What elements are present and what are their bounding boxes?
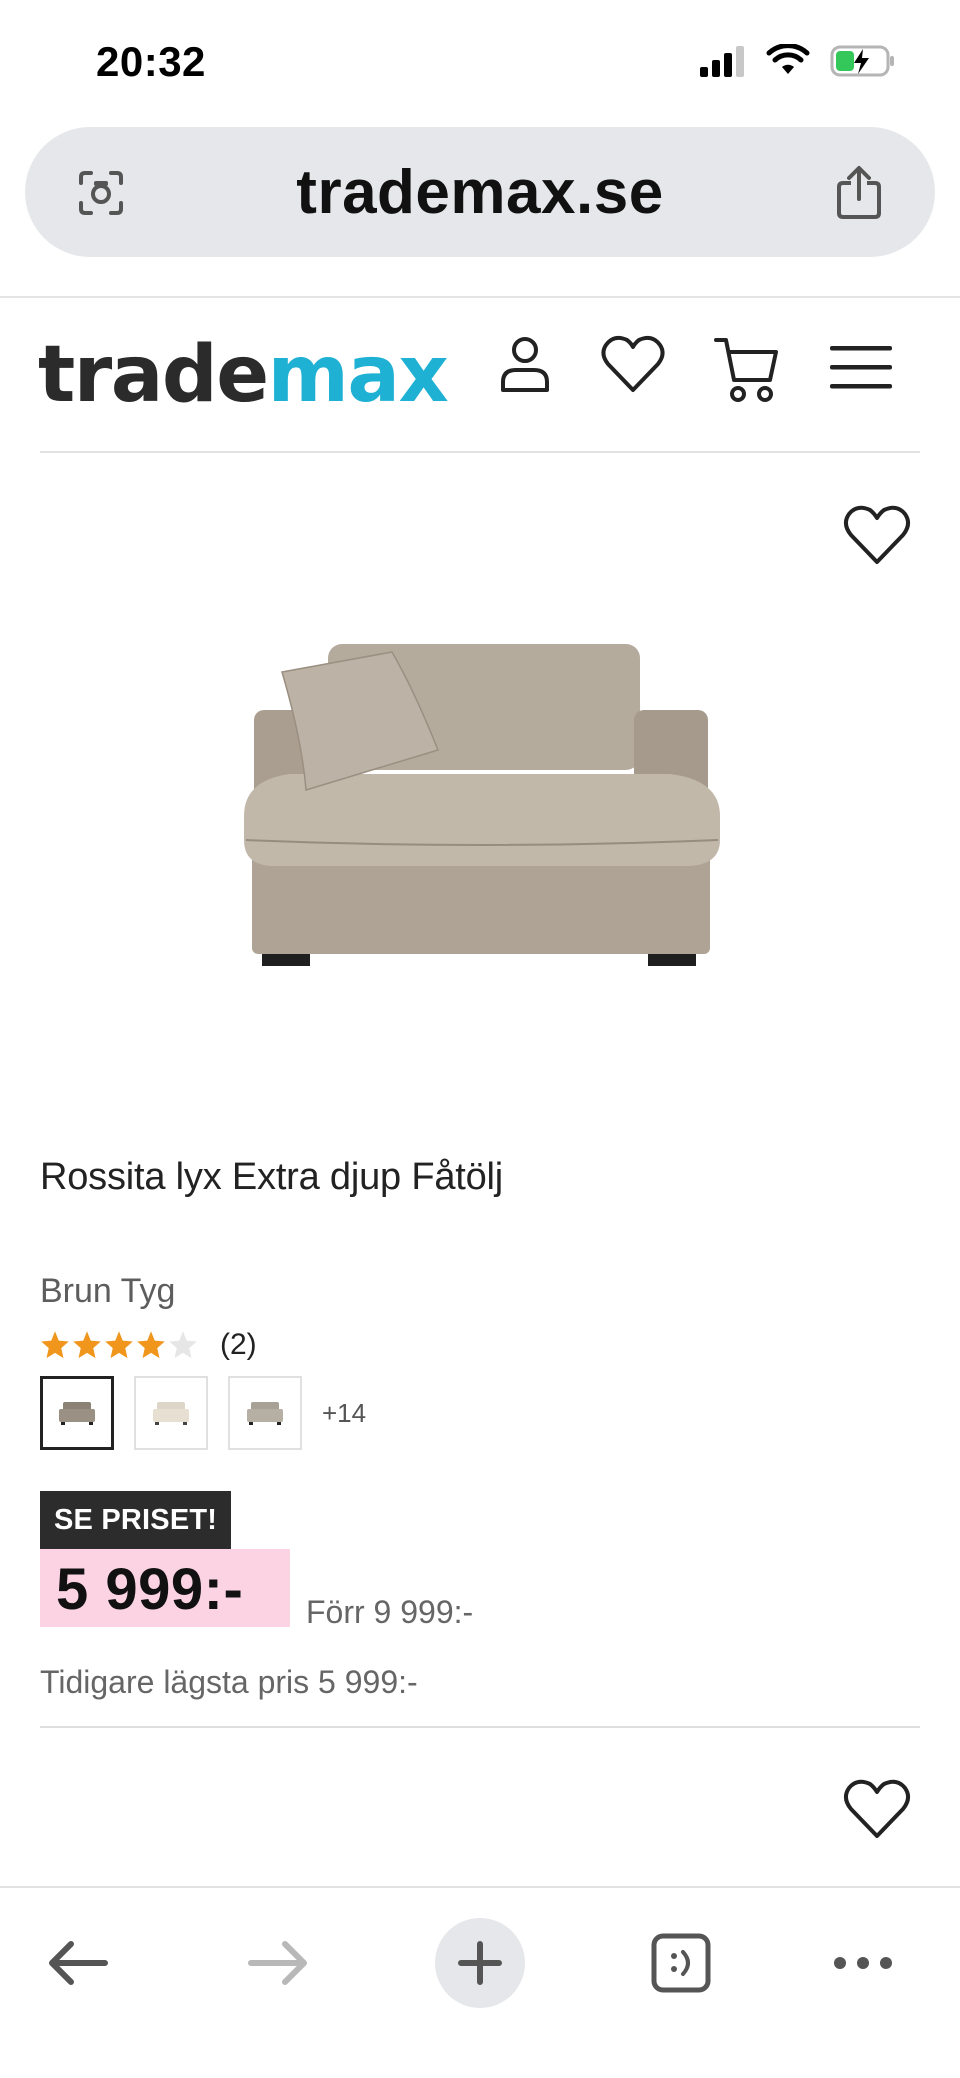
status-time: 20:32 [96,38,206,85]
logo-text-dark: trade [38,330,269,420]
status-bar: 20:32 [0,0,960,120]
favorite-heart-icon-next[interactable] [842,1778,912,1840]
tabs-icon [651,1933,711,1993]
more-button[interactable] [818,1918,908,2008]
price-badge: SE PRISET! [40,1491,232,1549]
swatches-more-count[interactable]: +14 [322,1398,366,1429]
swatch-grey[interactable] [228,1376,302,1450]
heart-icon[interactable] [600,334,666,394]
product-divider [40,1726,920,1728]
product-variant: Brun Tyg [40,1272,176,1310]
star-filled-icon [73,1331,101,1359]
new-tab-button[interactable] [435,1918,525,2008]
back-arrow-icon [49,1941,108,1985]
swatch-thumbnail-icon [247,1402,283,1425]
favorite-heart-icon[interactable] [842,504,912,566]
forward-button[interactable] [233,1918,323,2008]
product-title[interactable]: Rossita lyx Extra djup Fåtölj [40,1156,503,1199]
header-divider [40,451,920,453]
price-box: 5 999:- [40,1549,290,1627]
logo-text-accent: max [267,330,449,420]
back-button[interactable] [33,1918,123,2008]
plus-icon [458,1941,502,1985]
status-icons [698,44,896,78]
swatch-thumbnail-icon [153,1402,189,1425]
browser-toolbar [0,1886,960,2078]
current-price: 5 999:- [56,1557,244,1622]
star-filled-icon [105,1331,133,1359]
rating-count: (2) [220,1328,257,1361]
swatch-beige[interactable] [134,1376,208,1450]
product-rating[interactable]: (2) [40,1328,257,1362]
browser-divider [0,296,960,298]
star-filled-icon [41,1331,69,1359]
tabs-button[interactable] [636,1918,726,2008]
cellular-signal-icon [700,46,744,77]
trademax-logo[interactable]: trademax [38,330,449,420]
wifi-icon [766,44,810,74]
menu-icon[interactable] [830,346,892,390]
url-text[interactable]: trademax.se [25,157,935,228]
star-empty-icon [169,1331,197,1359]
product-image-armchair[interactable] [230,630,730,990]
address-bar[interactable]: trademax.se [25,127,935,257]
forward-arrow-icon [248,1941,307,1985]
share-icon[interactable] [835,165,883,219]
more-icon [834,1957,892,1969]
lowest-price-note: Tidigare lägsta pris 5 999:- [40,1664,418,1700]
battery-charging-icon [830,45,894,77]
swatch-brown[interactable] [40,1376,114,1450]
site-header: trademax [0,300,960,452]
cart-icon[interactable] [714,336,778,404]
old-price: Förr 9 999:- [306,1594,474,1630]
star-filled-icon [137,1331,165,1359]
color-swatches: +14 [40,1376,366,1450]
swatch-thumbnail-icon [59,1402,95,1425]
user-icon[interactable] [498,334,552,394]
